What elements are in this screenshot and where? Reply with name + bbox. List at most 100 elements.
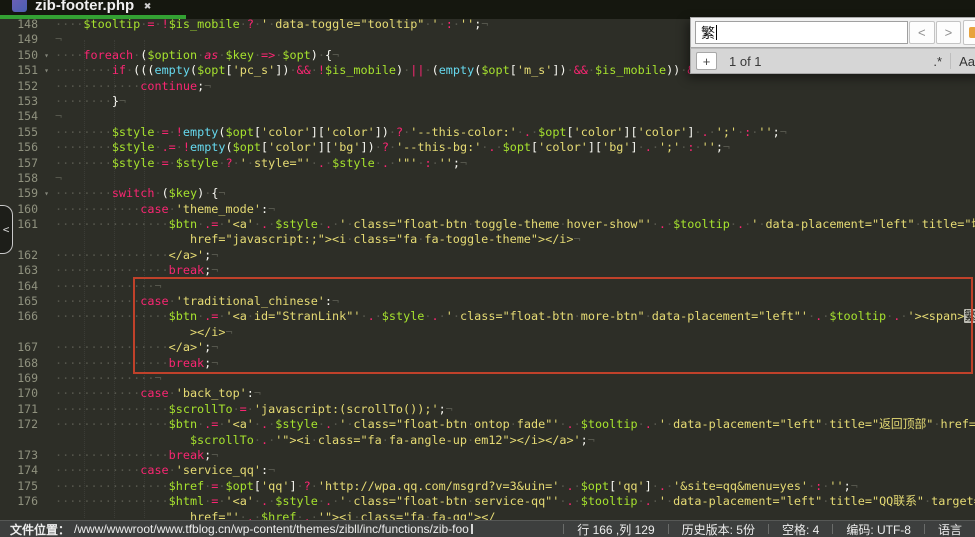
fold-gutter bbox=[38, 417, 55, 432]
line-number[interactable]: 150 bbox=[0, 48, 38, 63]
code-line[interactable]: 165············case·'traditional_chinese… bbox=[0, 294, 975, 309]
fold-arrow-icon[interactable]: ▾ bbox=[38, 48, 55, 63]
regex-toggle[interactable]: .* bbox=[925, 53, 950, 69]
code-line[interactable]: 170············case·'back_top':¬ bbox=[0, 386, 975, 401]
code-line[interactable]: 176················$html·=·'<a'·.·$style… bbox=[0, 494, 975, 509]
tab-zib-footer[interactable]: zib-footer.php ✖ bbox=[0, 0, 186, 19]
line-number[interactable]: 158 bbox=[0, 171, 38, 186]
fold-gutter bbox=[38, 232, 55, 247]
line-number[interactable]: 149 bbox=[0, 32, 38, 47]
editor-window: 148····$tooltip·=·!$is_mobile·?·'·data-t… bbox=[0, 0, 975, 537]
code-line[interactable]: ></i>¬ bbox=[0, 325, 975, 340]
code-line[interactable]: 159▾········switch·($key)·{¬ bbox=[0, 186, 975, 201]
code-line[interactable]: 174············case·'service_qq':¬ bbox=[0, 463, 975, 478]
line-number[interactable]: 175 bbox=[0, 479, 38, 494]
code-line[interactable]: 166················$btn·.=·'<a·id="Stran… bbox=[0, 309, 975, 324]
line-number[interactable]: 167 bbox=[0, 340, 38, 355]
fold-gutter bbox=[38, 140, 55, 155]
line-number[interactable]: 159 bbox=[0, 186, 38, 201]
fold-gutter bbox=[38, 479, 55, 494]
line-number[interactable]: 173 bbox=[0, 448, 38, 463]
code-line[interactable]: 155········$style·=·!empty($opt['color']… bbox=[0, 125, 975, 140]
line-number[interactable]: 168 bbox=[0, 356, 38, 371]
code-line[interactable]: href="javascript:;"><i·class="fa·fa-togg… bbox=[0, 232, 975, 247]
find-query-text: 繁 bbox=[701, 23, 715, 43]
code-line[interactable]: $scrollTo·.·'"><i·class="fa·fa-angle-up·… bbox=[0, 433, 975, 448]
fold-gutter bbox=[38, 171, 55, 186]
code-line[interactable]: 163················break;¬ bbox=[0, 263, 975, 278]
find-panel-row1: 繁 < > bbox=[690, 17, 975, 48]
fold-gutter bbox=[38, 79, 55, 94]
code-line[interactable]: 160············case·'theme_mode':¬ bbox=[0, 202, 975, 217]
find-extra-button[interactable] bbox=[963, 20, 975, 45]
fold-arrow-icon[interactable]: ▾ bbox=[38, 186, 55, 201]
line-number[interactable]: 152 bbox=[0, 79, 38, 94]
line-number[interactable]: 174 bbox=[0, 463, 38, 478]
code-lines[interactable]: 148····$tooltip·=·!$is_mobile·?·'·data-t… bbox=[0, 17, 975, 525]
fold-gutter bbox=[38, 433, 55, 448]
code-line[interactable]: 173················break;¬ bbox=[0, 448, 975, 463]
fold-gutter bbox=[38, 402, 55, 417]
code-line[interactable]: 169··············¬ bbox=[0, 371, 975, 386]
line-number[interactable]: 153 bbox=[0, 94, 38, 109]
code-line[interactable]: 162················</a>';¬ bbox=[0, 248, 975, 263]
line-number[interactable] bbox=[0, 433, 38, 448]
line-number[interactable]: 176 bbox=[0, 494, 38, 509]
language-setting[interactable]: 语言 bbox=[925, 521, 975, 537]
history-versions[interactable]: 历史版本: 5份 bbox=[669, 521, 768, 537]
code-line[interactable]: 156········$style·.=·!empty($opt['color'… bbox=[0, 140, 975, 155]
tab-title: zib-footer.php bbox=[35, 0, 134, 14]
close-icon[interactable]: ✖ bbox=[144, 0, 151, 13]
code-line[interactable]: 161················$btn·.=·'<a'·.·$style… bbox=[0, 217, 975, 232]
line-number[interactable]: 164 bbox=[0, 279, 38, 294]
encoding-setting[interactable]: 编码: UTF-8 bbox=[833, 521, 924, 537]
fold-gutter bbox=[38, 156, 55, 171]
code-line[interactable]: 172················$btn·.=·'<a'·.·$style… bbox=[0, 417, 975, 432]
fold-gutter bbox=[38, 356, 55, 371]
fold-gutter bbox=[38, 340, 55, 355]
line-number[interactable]: 165 bbox=[0, 294, 38, 309]
find-extra-icon bbox=[969, 27, 975, 38]
fold-gutter bbox=[38, 217, 55, 232]
code-line[interactable]: 167················</a>';¬ bbox=[0, 340, 975, 355]
line-number[interactable]: 155 bbox=[0, 125, 38, 140]
sidebar-collapse-handle[interactable]: < bbox=[0, 205, 13, 254]
line-number[interactable]: 156 bbox=[0, 140, 38, 155]
case-toggle[interactable]: Aa bbox=[950, 53, 975, 69]
line-number[interactable]: 166 bbox=[0, 309, 38, 324]
line-number[interactable]: 170 bbox=[0, 386, 38, 401]
line-number[interactable]: 151 bbox=[0, 63, 38, 78]
active-tab-underline bbox=[0, 15, 186, 19]
fold-gutter bbox=[38, 202, 55, 217]
fold-gutter bbox=[38, 494, 55, 509]
fold-gutter bbox=[38, 448, 55, 463]
file-location-label: 文件位置： bbox=[0, 521, 70, 537]
fold-gutter bbox=[38, 463, 55, 478]
find-input[interactable]: 繁 bbox=[695, 21, 908, 44]
line-number[interactable]: 171 bbox=[0, 402, 38, 417]
code-line[interactable]: 164··············¬ bbox=[0, 279, 975, 294]
add-search-row-button[interactable]: + bbox=[696, 52, 717, 70]
line-number[interactable]: 169 bbox=[0, 371, 38, 386]
line-number[interactable]: 148 bbox=[0, 17, 38, 32]
code-line[interactable]: 158¬ bbox=[0, 171, 975, 186]
code-line[interactable]: 152············continue;¬ bbox=[0, 79, 975, 94]
code-line[interactable]: 154¬ bbox=[0, 109, 975, 124]
text-caret bbox=[716, 25, 717, 40]
line-number[interactable]: 157 bbox=[0, 156, 38, 171]
fold-arrow-icon[interactable]: ▾ bbox=[38, 63, 55, 78]
code-line[interactable]: 153········}¬ bbox=[0, 94, 975, 109]
spaces-setting[interactable]: 空格: 4 bbox=[769, 521, 832, 537]
code-line[interactable]: 157········$style·=·$style·?·'·style="'·… bbox=[0, 156, 975, 171]
line-number[interactable]: 172 bbox=[0, 417, 38, 432]
find-prev-button[interactable]: < bbox=[909, 21, 935, 44]
code-line[interactable]: 168················break;¬ bbox=[0, 356, 975, 371]
code-line[interactable]: 175················$href·=·$opt['qq']·?·… bbox=[0, 479, 975, 494]
line-number[interactable] bbox=[0, 325, 38, 340]
line-number[interactable]: 163 bbox=[0, 263, 38, 278]
path-cursor bbox=[471, 524, 473, 534]
find-next-button[interactable]: > bbox=[936, 21, 962, 44]
file-path: /www/wwwroot/www.tfblog.cn/wp-content/th… bbox=[74, 522, 469, 536]
code-line[interactable]: 171················$scrollTo·=·'javascri… bbox=[0, 402, 975, 417]
line-number[interactable]: 154 bbox=[0, 109, 38, 124]
